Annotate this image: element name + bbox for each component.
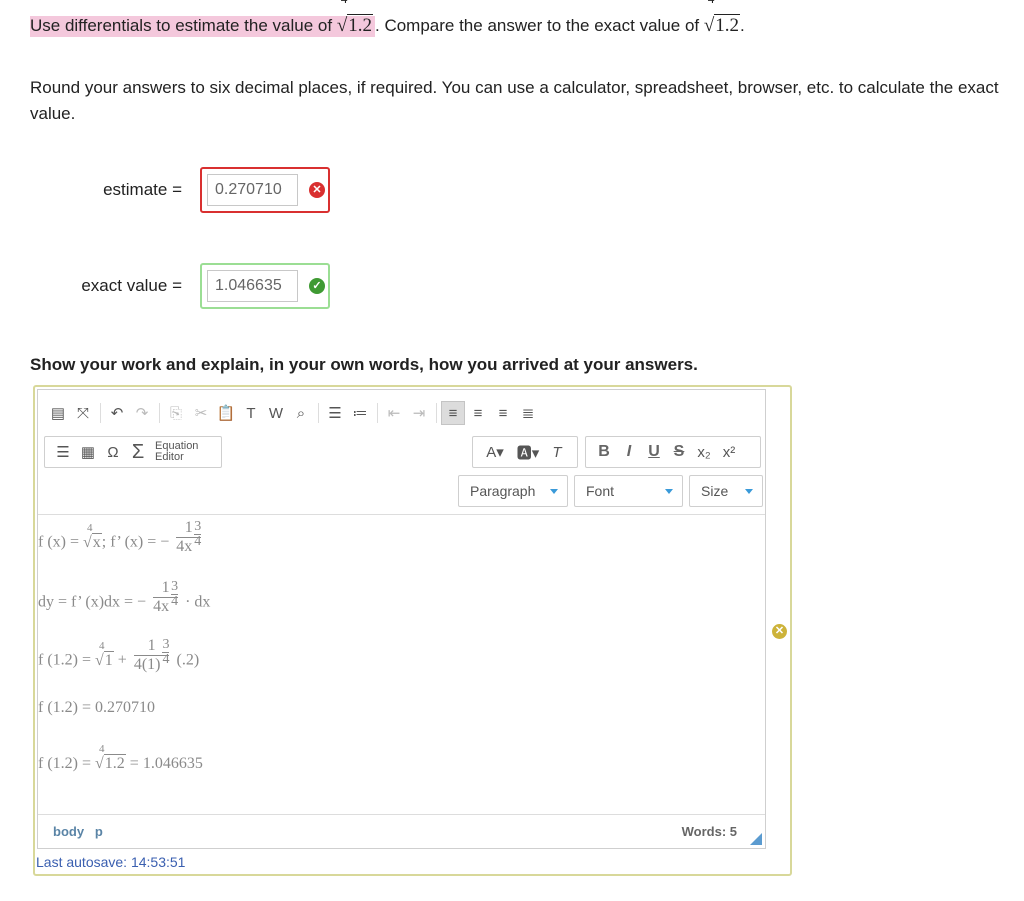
exact-input[interactable]: 1.046635	[207, 270, 298, 302]
superscript-icon[interactable]: x²	[717, 440, 741, 464]
editor-wrapper: ▤ ⤧ ↶ ↷ ⎘ ✂ 📋 T W ⌕ ☰ ≔ ⇤ ⇥ ≡ ≡ ≡ ≣ ☰ ▦ …	[33, 385, 792, 876]
paste-icon[interactable]: 📋	[214, 401, 238, 425]
question-text: Use differentials to estimate the value …	[30, 0, 745, 48]
find-icon[interactable]: ⌕	[289, 401, 313, 425]
pending-status-icon: ✕	[772, 624, 787, 639]
color-toolbar-group: A▾ 🅰▾ T	[472, 436, 578, 468]
align-right-icon[interactable]: ≡	[491, 401, 515, 425]
element-path: body p	[53, 824, 103, 839]
resize-handle-icon[interactable]	[750, 833, 762, 845]
redo-icon[interactable]: ↷	[130, 401, 154, 425]
font-dropdown[interactable]: Font	[574, 475, 683, 507]
insert-toolbar-group: ☰ ▦ Ω Σ Equation Editor	[44, 436, 222, 468]
align-left-icon[interactable]: ≡	[441, 401, 465, 425]
copy-icon[interactable]: ⎘	[164, 401, 188, 425]
math-line-3: f (1.2) = 4 √1 + 1 4(1) 3 4 (.2)	[38, 637, 200, 673]
estimate-answer-box: 0.270710 ✕	[200, 167, 330, 213]
fullscreen-icon[interactable]: ⤧	[71, 401, 95, 425]
horizontal-rule-icon[interactable]: ☰	[51, 440, 75, 464]
strikethrough-button[interactable]: S	[667, 440, 691, 464]
fourth-root-expression: 4√1.2	[336, 0, 373, 36]
math-line-4: f (1.2) = 0.270710	[38, 699, 156, 716]
cut-icon[interactable]: ✂	[189, 401, 213, 425]
table-icon[interactable]: ▦	[76, 440, 100, 464]
size-dropdown[interactable]: Size	[689, 475, 763, 507]
equation-editor-icon[interactable]: Σ	[126, 440, 150, 464]
align-center-icon[interactable]: ≡	[466, 401, 490, 425]
exact-answer-box: 1.046635 ✓	[200, 263, 330, 309]
math-line-2: dy = f’ (x)dx = − 1 4x 3 4 · dx	[38, 579, 211, 615]
bold-button[interactable]: B	[592, 440, 616, 464]
word-count: Words: 5	[681, 824, 737, 839]
rich-text-editor: ▤ ⤧ ↶ ↷ ⎘ ✂ 📋 T W ⌕ ☰ ≔ ⇤ ⇥ ≡ ≡ ≡ ≣ ☰ ▦ …	[37, 389, 766, 849]
instructions: Round your answers to six decimal places…	[30, 78, 999, 123]
special-character-icon[interactable]: Ω	[101, 440, 125, 464]
equation-editor-button[interactable]: Equation Editor	[155, 441, 198, 463]
path-p[interactable]: p	[95, 824, 103, 839]
editor-content[interactable]: f (x) = 4 √x; f’ (x) = − 1 4x 3 4 dy = f’ (x…	[38, 514, 765, 817]
background-color-icon[interactable]: 🅰▾	[512, 440, 544, 464]
highlighted-question-part: Use differentials to estimate the value …	[30, 0, 375, 37]
work-prompt: Show your work and explain, in your own …	[30, 355, 698, 374]
source-icon[interactable]: ▤	[46, 401, 70, 425]
fourth-root-expression-2: 4√1.2	[703, 0, 741, 36]
incorrect-icon: ✕	[309, 182, 325, 198]
bulleted-list-icon[interactable]: ≔	[348, 401, 372, 425]
underline-button[interactable]: U	[642, 440, 666, 464]
editor-status-bar: body p Words: 5	[38, 814, 765, 848]
format-toolbar-group: B I U S x₂ x²	[585, 436, 761, 468]
exact-value-label: exact value =	[81, 276, 182, 295]
correct-icon: ✓	[309, 278, 325, 294]
math-line-5: f (1.2) = 4 √1.2 = 1.046635	[38, 743, 203, 772]
paste-word-icon[interactable]: W	[264, 401, 288, 425]
paste-text-icon[interactable]: T	[239, 401, 263, 425]
estimate-input[interactable]: 0.270710	[207, 174, 298, 206]
indent-icon[interactable]: ⇥	[407, 401, 431, 425]
toolbar-row-1: ▤ ⤧ ↶ ↷ ⎘ ✂ 📋 T W ⌕ ☰ ≔ ⇤ ⇥ ≡ ≡ ≡ ≣	[46, 400, 541, 426]
undo-icon[interactable]: ↶	[105, 401, 129, 425]
outdent-icon[interactable]: ⇤	[382, 401, 406, 425]
justify-icon[interactable]: ≣	[516, 401, 540, 425]
subscript-icon[interactable]: x₂	[692, 440, 716, 464]
text-color-icon[interactable]: A▾	[479, 440, 511, 464]
autosave-status: Last autosave: 14:53:51	[36, 854, 186, 870]
math-line-1: f (x) = 4 √x; f’ (x) = − 1 4x 3 4	[38, 519, 202, 555]
numbered-list-icon[interactable]: ☰	[323, 401, 347, 425]
paragraph-dropdown[interactable]: Paragraph	[458, 475, 568, 507]
estimate-label: estimate =	[103, 180, 182, 199]
italic-button[interactable]: I	[617, 440, 641, 464]
remove-format-icon[interactable]: T	[545, 440, 569, 464]
path-body[interactable]: body	[53, 824, 84, 839]
